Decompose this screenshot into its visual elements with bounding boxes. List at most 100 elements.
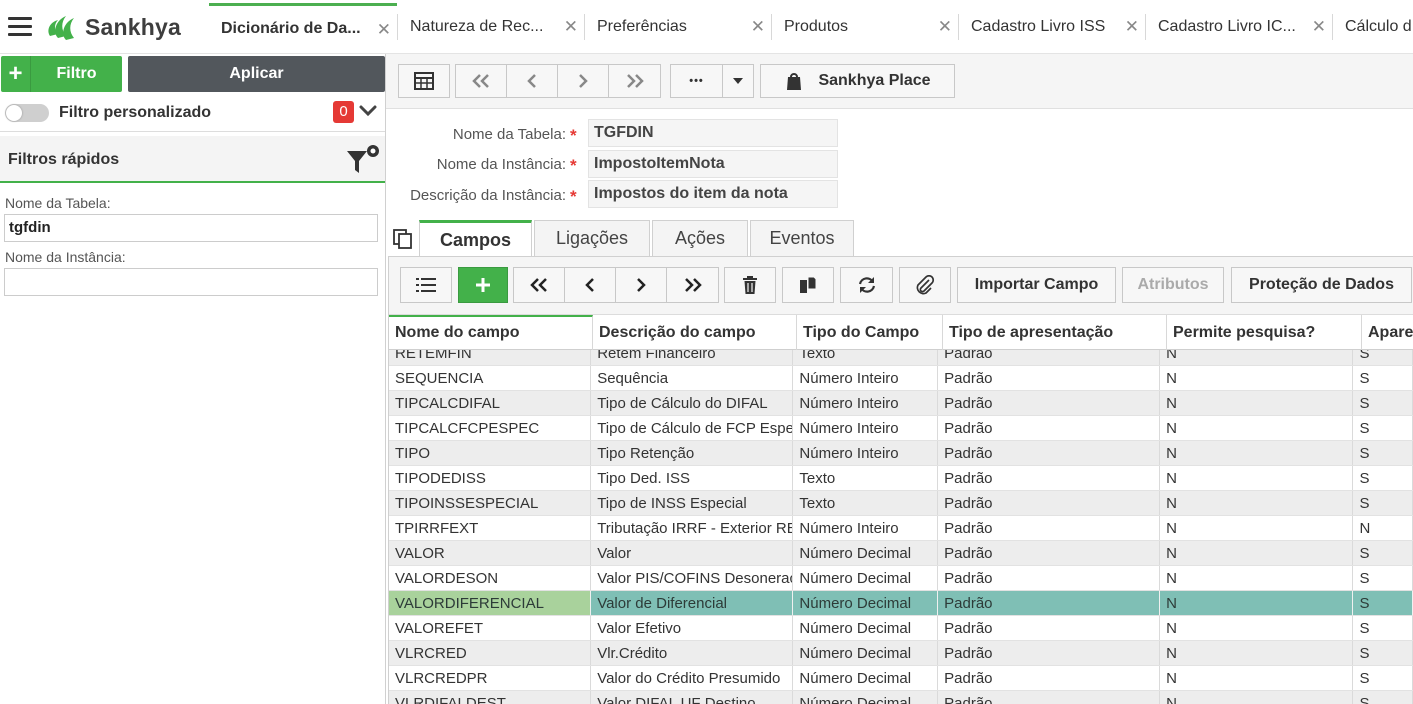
tab-acoes[interactable]: Ações [652,220,748,256]
more-actions-button[interactable]: ••• [671,65,723,97]
table-cell: Padrão [938,666,1161,690]
table-name-input[interactable]: tgfdin [4,214,378,242]
close-icon[interactable]: ✕ [1312,17,1326,37]
table-row[interactable]: VLRCRED Vlr.Crédito Número Decimal Padrão N S [389,641,1413,666]
list-view-button[interactable] [400,267,452,303]
table-row[interactable]: TPIRRFEXT Tributação IRRF - Exterior RE Nú… [389,516,1413,541]
table-row[interactable]: VALOREFET Valor Efetivo Número Decimal Padr… [389,616,1413,641]
column-header[interactable]: Aparece [1362,315,1413,350]
instance-name-input[interactable] [4,268,378,296]
form-instance-description-field[interactable]: Impostos do item da nota [588,180,838,208]
last-field-button[interactable] [667,268,718,302]
duplicate-field-button[interactable] [782,267,834,303]
last-record-button[interactable] [609,65,660,97]
table-cell: Padrão [938,366,1161,390]
table-cell: N [1160,541,1354,565]
logo[interactable]: Sankhya [44,10,181,44]
tab-calculo[interactable]: Cálculo d [1333,3,1413,51]
refresh-button[interactable] [840,267,893,303]
double-chevron-left-icon [530,278,547,292]
tab-dicionario-de-dados[interactable]: Dicionário de Da... ✕ [209,3,397,51]
table-row[interactable]: VALORDIFERENCIAL Valor de Diferencial Núme… [389,591,1413,616]
double-chevron-right-icon [626,74,644,88]
filter-settings-icon[interactable] [345,143,381,177]
tab-preferencias[interactable]: Preferências ✕ [585,3,771,51]
column-header[interactable]: Tipo de apresentação [943,315,1167,350]
table-cell: S [1353,366,1413,390]
sankhya-place-button[interactable]: Sankhya Place [760,64,955,98]
previous-field-button[interactable] [565,268,616,302]
copy-icon[interactable] [393,229,413,249]
table-cell: Valor [591,541,794,565]
table-row[interactable]: TIPO Tipo Retenção Número Inteiro Padrão N S [389,441,1413,466]
record-toolbar: ••• Sankhya Place [386,54,1413,109]
table-cell: Valor de Diferencial [591,591,794,615]
next-record-button[interactable] [558,65,609,97]
custom-filter-toggle[interactable] [5,104,49,122]
chevron-down-icon[interactable] [359,102,377,120]
table-row[interactable]: VLRCREDPR Valor do Crédito Presumido Númer… [389,666,1413,691]
table-cell: Número Inteiro [793,416,939,440]
column-header[interactable]: Nome do campo [389,315,593,350]
logo-text: Sankhya [85,13,182,40]
add-filter-button[interactable]: + Filtro [1,56,122,92]
paperclip-icon [916,275,935,295]
table-cell: N [1160,691,1354,704]
close-icon[interactable]: ✕ [564,17,578,37]
table-row[interactable]: TIPCALCDIFAL Tipo de Cálculo do DIFAL Núme… [389,391,1413,416]
data-protection-button[interactable]: Proteção de Dados [1231,267,1412,303]
tab-eventos[interactable]: Eventos [750,220,854,256]
custom-filter-row: Filtro personalizado 0 [0,94,385,132]
tab-cadastro-livro-icms[interactable]: Cadastro Livro IC... ✕ [1146,3,1332,51]
table-cell: Tipo Ded. ISS [591,466,794,490]
close-icon[interactable]: ✕ [377,20,391,40]
table-row[interactable]: TIPODEDISS Tipo Ded. ISS Texto Padrão N S [389,466,1413,491]
table-cell: Número Inteiro [793,391,939,415]
close-icon[interactable]: ✕ [751,17,765,37]
tab-campos[interactable]: Campos [419,220,532,257]
apply-button[interactable]: Aplicar [128,56,385,92]
close-icon[interactable]: ✕ [938,17,952,37]
attachment-button[interactable] [899,267,951,303]
next-field-button[interactable] [616,268,667,302]
table-row[interactable]: VLRDIFALDEST Valor DIFAL UF Destino Número… [389,691,1413,704]
import-field-button[interactable]: Importar Campo [957,267,1116,303]
table-row[interactable]: TIPCALCFCPESPEC Tipo de Cálculo de FCP Es… [389,416,1413,441]
add-field-button[interactable] [458,267,508,303]
table-cell: S [1353,666,1413,690]
form-table-name-field[interactable]: TGFDIN [588,119,838,147]
tab-ligacoes[interactable]: Ligações [534,220,650,256]
table-cell: Padrão [938,566,1161,590]
delete-field-button[interactable] [724,267,776,303]
table-cell: N [1160,441,1354,465]
table-cell: VLRCREDPR [389,666,592,690]
more-actions-dropdown[interactable] [723,65,753,97]
table-row[interactable]: VALOR Valor Número Decimal Padrão N S [389,541,1413,566]
close-icon[interactable]: ✕ [1125,17,1139,37]
table-icon [414,72,434,90]
previous-record-button[interactable] [507,65,558,97]
table-row[interactable]: SEQUENCIA Sequência Número Inteiro Padrão N S [389,366,1413,391]
first-field-button[interactable] [514,268,565,302]
table-row[interactable]: VALORDESON Valor PIS/COFINS Desonerac Núme… [389,566,1413,591]
attributes-button[interactable]: Atributos [1122,267,1224,303]
first-record-button[interactable] [456,65,507,97]
grid-view-button[interactable] [398,64,450,98]
tab-natureza-de-receita[interactable]: Natureza de Rec... ✕ [398,3,584,51]
tab-label: Produtos [784,18,849,35]
more-actions-group: ••• [670,64,754,98]
table-row[interactable]: TIPOINSSESPECIAL Tipo de INSS Especial Tex… [389,491,1413,516]
table-cell: Número Decimal [793,541,939,565]
column-header[interactable]: Permite pesquisa? [1167,315,1362,350]
column-header[interactable]: Tipo do Campo [797,315,943,350]
sankhya-logo-icon [48,16,74,40]
menu-icon[interactable] [8,17,32,37]
form-instance-name-field[interactable]: ImpostoItemNota [588,150,838,178]
field-navigation [513,267,719,303]
column-header[interactable]: Descrição do campo [593,315,797,350]
tab-produtos[interactable]: Produtos ✕ [772,3,958,51]
table-cell: Padrão [938,541,1161,565]
caret-down-icon [733,78,743,84]
tab-cadastro-livro-iss[interactable]: Cadastro Livro ISS ✕ [959,3,1145,51]
table-cell: S [1353,491,1413,515]
